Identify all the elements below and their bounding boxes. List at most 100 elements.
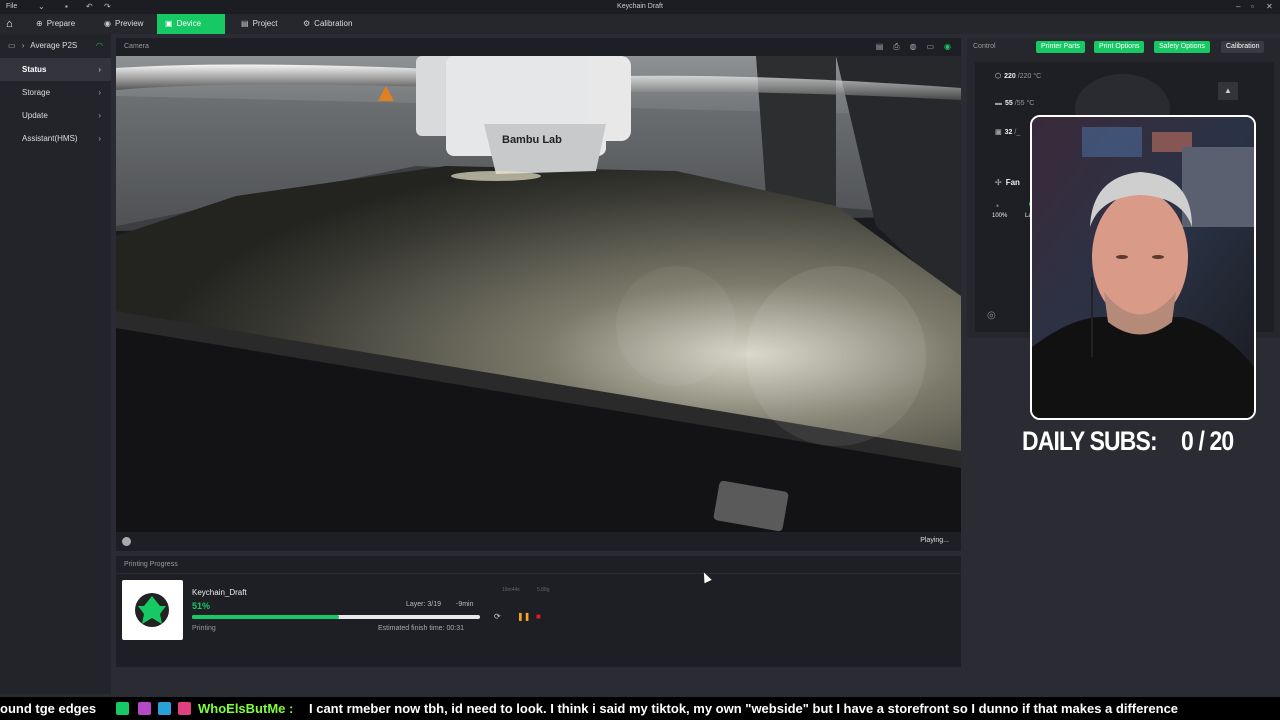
record-icon[interactable]: ▭ xyxy=(927,42,935,51)
progress-bar xyxy=(192,615,480,619)
printer-name: Average P2S xyxy=(30,41,78,50)
temp-unit: °C xyxy=(1026,100,1035,107)
stream-status: Playing... xyxy=(920,537,949,544)
tab-label: Device xyxy=(176,19,202,28)
stop-icon[interactable]: ■ xyxy=(536,612,541,621)
storage-icon[interactable]: ▤ xyxy=(876,42,884,51)
camera-switch-icon[interactable]: ⎙ xyxy=(893,42,899,51)
fan-icon: ✢ xyxy=(995,178,1002,187)
emote-icon xyxy=(158,702,171,715)
daily-subs-label: DAILY SUBS: xyxy=(1022,426,1158,456)
tab-label: Project xyxy=(252,19,278,28)
mini-weight: 5.88g xyxy=(537,587,550,593)
home-icon[interactable]: ⌂ xyxy=(6,18,18,30)
camera-feed[interactable]: Bambu Lab xyxy=(116,56,961,532)
job-name: Keychain_Draft xyxy=(192,588,247,597)
chevron-right-icon: › xyxy=(98,134,101,143)
camera-header: Camera ▤ ⎙ ◍ ▭ ◉ xyxy=(116,38,961,56)
chamber-temp-target: /_ xyxy=(1014,129,1021,136)
remaining-time: -9min xyxy=(456,601,474,608)
calibration-button[interactable]: Calibration xyxy=(1221,41,1265,53)
nozzle-temp-value: 220 xyxy=(1004,73,1016,80)
tab-device[interactable]: ▣ Device xyxy=(157,14,225,34)
chat-message: I cant rmeber now tbh, id need to look. … xyxy=(309,701,1179,716)
camera-panel: Camera ▤ ⎙ ◍ ▭ ◉ Bambu Lab Playing... xyxy=(116,38,961,551)
chamber-icon: ▣ xyxy=(995,129,1002,136)
chamber-temp-value: 32 xyxy=(1004,129,1013,136)
timelapse-icon[interactable]: ◍ xyxy=(910,42,917,51)
refresh-icon[interactable]: ⟳ xyxy=(494,612,501,621)
previous-message-tail: ound tge edges xyxy=(0,701,97,716)
chat-username: WhoElsButMe : xyxy=(198,701,294,716)
webcam-image xyxy=(1032,117,1254,418)
print-status: Printing xyxy=(192,625,216,632)
prepare-icon: ⊕ xyxy=(36,19,43,28)
emote-icon xyxy=(116,702,129,715)
tab-prepare[interactable]: ⊕ Prepare xyxy=(28,14,83,34)
progress-bar-fill xyxy=(192,615,339,619)
stream-toggle-icon[interactable] xyxy=(122,537,131,546)
control-header: Control Printer Parts Print Options Safe… xyxy=(967,38,1280,56)
gauge-icon: ◔ xyxy=(994,201,1000,211)
temp-unit: °C xyxy=(1033,73,1042,80)
chat-ticker: ound tge edges WhoElsButMe : I cant rmeb… xyxy=(0,697,1280,720)
nozzle-temp[interactable]: ⬡ 220 /220 °C xyxy=(995,72,1041,80)
camera-feed-image: Bambu Lab xyxy=(116,56,961,532)
tab-label: Calibration xyxy=(314,19,353,28)
safety-options-button[interactable]: Safety Options xyxy=(1154,41,1210,53)
camera-title: Camera xyxy=(124,43,149,50)
chevron-right-icon: › xyxy=(98,65,101,74)
minimize-icon[interactable]: – xyxy=(1236,2,1240,11)
focus-icon[interactable]: ◎ xyxy=(987,310,996,321)
camera-toolbar: ▤ ⎙ ◍ ▭ ◉ xyxy=(868,38,951,57)
device-icon: ▣ xyxy=(165,19,173,28)
printing-progress-panel: Printing Progress Keychain_Draft 51% Lay… xyxy=(116,556,961,667)
tab-calibration[interactable]: ⚙ Calibration xyxy=(295,14,360,34)
monitor-icon: ▭ xyxy=(8,41,16,50)
mini-time: 19m44s xyxy=(502,587,520,593)
emote-icon xyxy=(138,702,151,715)
tab-label: Prepare xyxy=(46,19,76,28)
nozzle-temp-target: /220 xyxy=(1017,73,1032,80)
bed-temp[interactable]: ▬ 55 /55 °C xyxy=(995,100,1034,107)
sidebar-item-storage[interactable]: Storage › xyxy=(0,81,111,104)
tab-preview[interactable]: ◉ Preview xyxy=(96,14,151,34)
window-title: Keychain Draft xyxy=(617,3,663,10)
fan-percent: 100% xyxy=(992,213,1008,219)
fan-label-text: Fan xyxy=(1005,178,1020,187)
tab-label: Preview xyxy=(114,19,144,28)
sidebar-item-label: Update xyxy=(22,111,48,120)
bed-temp-target: /55 xyxy=(1014,100,1025,107)
fan-label: ✢ Fan xyxy=(995,178,1020,187)
printer-selector[interactable]: ▭ › Average P2S ◠ xyxy=(0,34,111,58)
bed-icon: ▬ xyxy=(995,100,1002,107)
app-root: File ⌄ ▪ ↶ ↷ Keychain Draft – ▫ ✕ ⌂ ⊕ Pre… xyxy=(0,0,1280,720)
print-options-button[interactable]: Print Options xyxy=(1094,41,1145,53)
tab-project[interactable]: ▤ Project xyxy=(233,14,285,34)
bed-temp-value: 55 xyxy=(1005,100,1013,107)
emote-icon xyxy=(178,702,191,715)
title-bar: File ⌄ ▪ ↶ ↷ Keychain Draft – ▫ ✕ xyxy=(0,0,1280,14)
chamber-temp[interactable]: ▣ 32 /_ xyxy=(995,128,1020,136)
progress-header: Printing Progress xyxy=(116,556,961,574)
chevron-right-icon: › xyxy=(21,41,25,50)
device-sidebar: ▭ › Average P2S ◠ Status › Storage › Upd… xyxy=(0,34,111,694)
streamer-webcam xyxy=(1030,115,1256,420)
close-icon[interactable]: ✕ xyxy=(1266,2,1273,11)
sidebar-item-update[interactable]: Update › xyxy=(0,104,111,127)
live-icon[interactable]: ◉ xyxy=(944,42,951,51)
z-up-button[interactable]: ▲ xyxy=(1218,82,1238,100)
layer-count: Layer: 3/19 xyxy=(406,601,442,608)
control-title: Control xyxy=(973,43,996,50)
main-tabbar: ⌂ ⊕ Prepare ◉ Preview ▣ Device ▤ Project ⚙ Ca… xyxy=(0,14,1280,34)
chevron-right-icon: › xyxy=(98,111,101,120)
printer-parts-button[interactable]: Printer Parts xyxy=(1036,41,1085,53)
sidebar-item-status[interactable]: Status › xyxy=(0,58,111,81)
pause-icon[interactable]: ❚❚ xyxy=(517,612,530,621)
preview-icon: ◉ xyxy=(104,19,111,28)
sidebar-item-assistant[interactable]: Assistant(HMS) › xyxy=(0,127,111,150)
calibration-icon: ⚙ xyxy=(303,19,311,28)
camera-footer: Playing... xyxy=(116,532,961,551)
keychain-model-icon xyxy=(135,593,169,627)
maximize-icon[interactable]: ▫ xyxy=(1251,2,1254,11)
